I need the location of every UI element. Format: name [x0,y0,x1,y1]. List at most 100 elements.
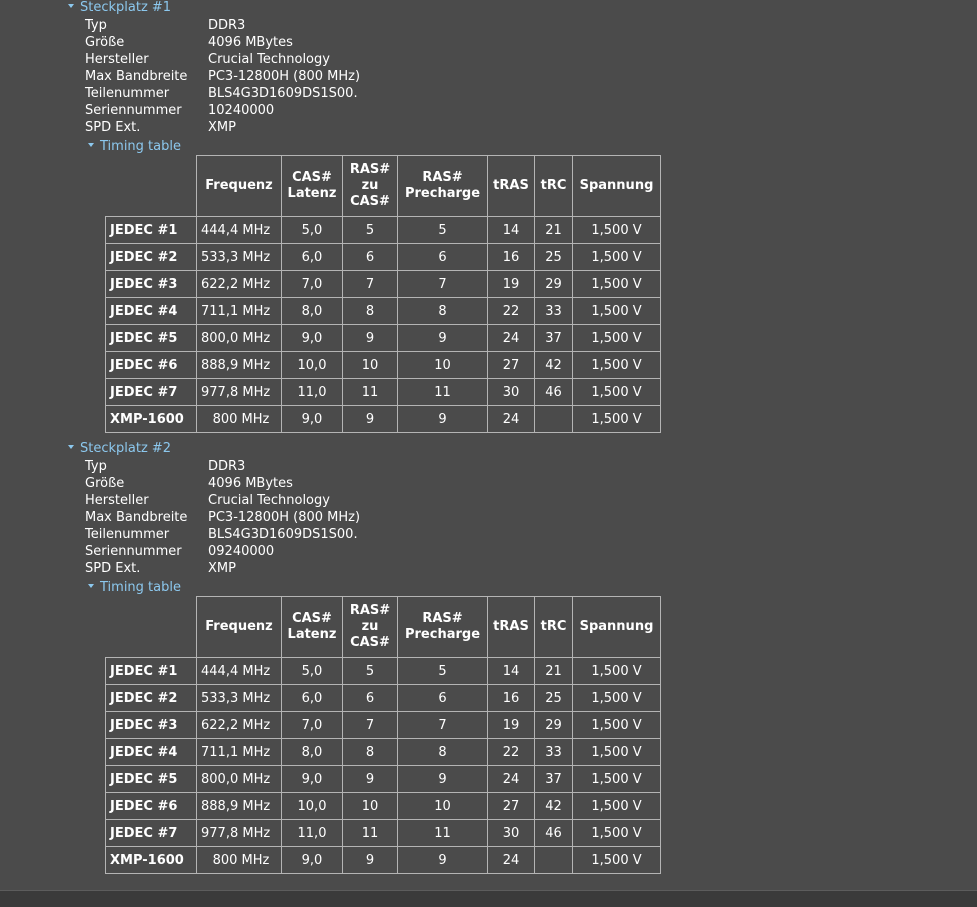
table-row: JEDEC #6 888,9 MHz 10,0 10 10 27 42 1,500 V [105,792,661,820]
bottom-scroll-bar[interactable] [0,890,977,907]
cell-rcd: 9 [342,405,398,433]
timing-table-header[interactable]: Timing table [88,138,181,155]
cell-trc: 29 [534,711,573,739]
header-label: tRC [540,619,567,634]
prop-value: BLS4G3D1609DS1S00. [208,86,358,101]
cell-rcd: 8 [342,297,398,325]
table-header-row: Frequenz CAS# Latenz RAS# zu CAS# RAS# Prech… [106,155,661,217]
header-label: RAS# [422,611,463,626]
cell-voltage: 1,500 V [572,324,661,352]
row-label: JEDEC #1 [105,216,197,244]
column-header-cas: CAS# Latenz [281,155,343,217]
cell-cas: 8,0 [281,297,343,325]
cell-trc [534,846,573,874]
row-label: JEDEC #2 [105,243,197,271]
cell-rp: 8 [397,738,488,766]
cell-cas: 9,0 [281,765,343,793]
header-label: Spannung [579,178,654,193]
table-row: JEDEC #1 444,4 MHz 5,0 5 5 14 21 1,500 V [105,657,661,685]
cell-frequency: 888,9 MHz [196,792,282,820]
column-header-ras-to-cas: RAS# zu CAS# [342,596,398,658]
cell-rcd: 6 [342,684,398,712]
cell-voltage: 1,500 V [572,216,661,244]
caret-down-icon[interactable] [88,142,94,147]
cell-rp: 5 [397,657,488,685]
row-label: JEDEC #4 [105,297,197,325]
column-header-frequency: Frequenz [196,596,282,658]
header-label: Latenz [287,186,337,201]
caret-down-icon[interactable] [68,3,74,8]
cell-cas: 9,0 [281,405,343,433]
prop-value: XMP [208,120,236,135]
cell-rcd: 6 [342,243,398,271]
table-row: JEDEC #5 800,0 MHz 9,0 9 9 24 37 1,500 V [105,324,661,352]
cell-voltage: 1,500 V [572,765,661,793]
cell-trc: 21 [534,216,573,244]
prop-value: 09240000 [208,544,275,559]
prop-row-bandwidth: Max Bandbreite PC3-12800H (800 MHz) [85,68,360,85]
column-header-ras-precharge: RAS# Precharge [397,596,488,658]
cell-rp: 11 [397,378,488,406]
prop-key: SPD Ext. [85,120,141,135]
cell-voltage: 1,500 V [572,270,661,298]
row-label: XMP-1600 [105,405,197,433]
cell-tras: 14 [487,216,535,244]
prop-value: DDR3 [208,18,246,33]
slot-header-1[interactable]: Steckplatz #1 [68,0,171,16]
prop-key: Seriennummer [85,103,182,118]
column-header-frequency: Frequenz [196,155,282,217]
timing-table-header[interactable]: Timing table [88,579,181,596]
cell-cas: 10,0 [281,792,343,820]
cell-rp: 6 [397,243,488,271]
table-row: JEDEC #7 977,8 MHz 11,0 11 11 30 46 1,500 V [105,819,661,847]
row-label: JEDEC #3 [105,711,197,739]
cell-frequency: 711,1 MHz [196,738,282,766]
prop-key: Hersteller [85,493,149,508]
cell-rp: 7 [397,270,488,298]
prop-row-spd-ext: SPD Ext. XMP [85,119,360,136]
cell-trc: 37 [534,765,573,793]
cell-tras: 27 [487,351,535,379]
header-label: RAS# [349,603,391,618]
cell-frequency: 622,2 MHz [196,711,282,739]
cell-cas: 6,0 [281,243,343,271]
cell-voltage: 1,500 V [572,405,661,433]
cell-tras: 16 [487,243,535,271]
slot-header-2[interactable]: Steckplatz #2 [68,441,171,457]
timing-table-title: Timing table [100,580,181,595]
cell-frequency: 977,8 MHz [196,378,282,406]
cell-rp: 9 [397,324,488,352]
row-label: JEDEC #4 [105,738,197,766]
prop-row-size: Größe 4096 MBytes [85,34,360,51]
timing-table: Frequenz CAS# Latenz RAS# zu CAS# RAS# Prech… [105,596,661,874]
cell-rcd: 5 [342,216,398,244]
table-row: JEDEC #3 622,2 MHz 7,0 7 7 19 29 1,500 V [105,711,661,739]
table-row: JEDEC #4 711,1 MHz 8,0 8 8 22 33 1,500 V [105,738,661,766]
cell-rcd: 9 [342,765,398,793]
prop-key: Hersteller [85,52,149,67]
cell-trc: 42 [534,351,573,379]
slot-title: Steckplatz #1 [80,0,172,15]
cell-trc: 46 [534,378,573,406]
prop-value: DDR3 [208,459,246,474]
cell-trc: 42 [534,792,573,820]
row-label: JEDEC #5 [105,765,197,793]
cell-rcd: 11 [342,378,398,406]
column-header-ras-to-cas: RAS# zu CAS# [342,155,398,217]
prop-row-serial: Seriennummer 09240000 [85,543,360,560]
cell-tras: 22 [487,297,535,325]
cell-tras: 27 [487,792,535,820]
caret-down-icon[interactable] [68,444,74,449]
cell-trc: 29 [534,270,573,298]
cell-rcd: 7 [342,270,398,298]
header-label: zu [361,178,379,193]
cell-frequency: 444,4 MHz [196,657,282,685]
cell-cas: 11,0 [281,378,343,406]
cell-frequency: 800,0 MHz [196,324,282,352]
timing-table-title: Timing table [100,139,181,154]
column-header-ras-precharge: RAS# Precharge [397,155,488,217]
prop-key: Max Bandbreite [85,510,188,525]
header-label: tRC [540,178,567,193]
caret-down-icon[interactable] [88,583,94,588]
cell-voltage: 1,500 V [572,738,661,766]
